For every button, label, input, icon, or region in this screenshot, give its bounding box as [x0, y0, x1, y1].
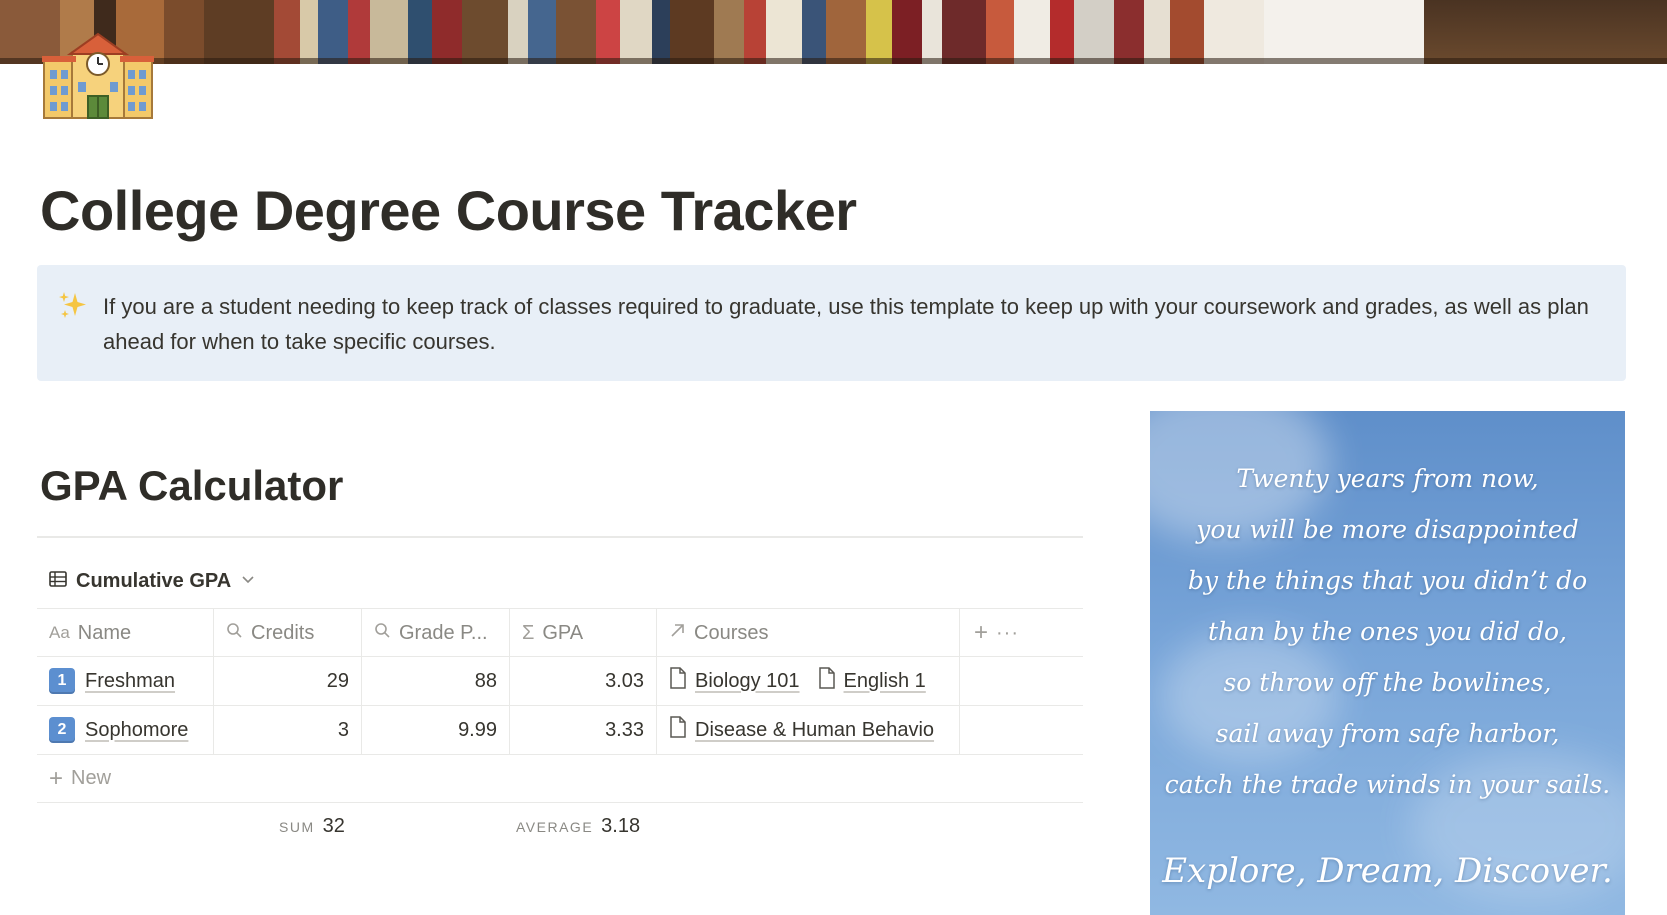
- school-building-icon[interactable]: [40, 30, 156, 124]
- column-header-courses[interactable]: Courses: [657, 609, 960, 657]
- quote-tagline: Explore, Dream, Discover.: [1162, 851, 1613, 891]
- average-value: 3.18: [601, 815, 641, 837]
- quote-text: Twenty years from now, you will be more …: [1150, 453, 1625, 810]
- row-name-cell[interactable]: 1 Freshman: [37, 657, 214, 705]
- table-header-row: Aa Name Credits Grade P... Σ GPA Courses…: [37, 608, 1083, 657]
- row-grade-points[interactable]: 88: [362, 657, 510, 705]
- table-view-icon: [48, 569, 68, 594]
- keycap-one-icon: 1: [49, 668, 75, 694]
- course-link[interactable]: Disease & Human Behavio: [669, 716, 934, 744]
- row-courses[interactable]: Biology 101 English 1: [657, 657, 960, 705]
- heading-divider: [37, 536, 1083, 538]
- sparkles-icon[interactable]: [57, 289, 89, 321]
- quote-image[interactable]: Twenty years from now, you will be more …: [1150, 411, 1625, 915]
- row-credits[interactable]: 3: [214, 706, 362, 754]
- row-credits[interactable]: 29: [214, 657, 362, 705]
- quote-line: you will be more disappointed: [1196, 515, 1579, 544]
- new-row-button[interactable]: + New: [37, 755, 1083, 803]
- search-icon: [374, 622, 391, 645]
- sum-label: SUM: [279, 819, 315, 835]
- page-title[interactable]: College Degree Course Tracker: [40, 178, 857, 243]
- average-label: AVERAGE: [516, 819, 594, 835]
- quote-line: sail away from safe harbor,: [1215, 719, 1560, 748]
- row-grade-points[interactable]: 9.99: [362, 706, 510, 754]
- calculation-row: SUM 32 AVERAGE 3.18: [37, 803, 1083, 851]
- row-gpa[interactable]: 3.33: [510, 706, 657, 754]
- new-row-label: New: [71, 767, 112, 789]
- view-tab-cumulative-gpa[interactable]: Cumulative GPA: [48, 566, 257, 596]
- callout-block[interactable]: If you are a student needing to keep tra…: [37, 265, 1626, 381]
- column-header-grade-points[interactable]: Grade P...: [362, 609, 510, 657]
- column-header-gpa[interactable]: Σ GPA: [510, 609, 657, 657]
- page-icon: [669, 667, 687, 695]
- gpa-table: Aa Name Credits Grade P... Σ GPA Courses…: [37, 608, 1083, 851]
- quote-line: than by the ones you did do,: [1208, 617, 1567, 646]
- row-name[interactable]: Sophomore: [85, 719, 188, 742]
- bookshelf-graphic: [0, 0, 1667, 64]
- shelf-edge: [0, 58, 1667, 64]
- gpa-average[interactable]: AVERAGE 3.18: [516, 815, 640, 838]
- text-property-icon: Aa: [49, 623, 70, 642]
- quote-line: Twenty years from now,: [1236, 464, 1539, 493]
- callout-text: If you are a student needing to keep tra…: [103, 294, 1589, 354]
- credits-sum[interactable]: SUM 32: [279, 815, 345, 838]
- course-link[interactable]: Biology 101: [669, 667, 800, 695]
- keycap-two-icon: 2: [49, 717, 75, 743]
- relation-arrow-icon: [669, 622, 686, 645]
- plus-icon: +: [49, 764, 64, 792]
- page-icon: [818, 667, 836, 695]
- column-header-name[interactable]: Aa Name: [37, 609, 214, 657]
- sum-value: 32: [322, 815, 345, 837]
- row-name[interactable]: Freshman: [85, 670, 175, 693]
- add-property-icon[interactable]: +: [974, 619, 988, 647]
- formula-icon: Σ: [522, 621, 535, 644]
- row-courses[interactable]: Disease & Human Behavio: [657, 706, 960, 754]
- more-options-icon[interactable]: ···: [996, 622, 1019, 645]
- page-icon: [669, 716, 687, 744]
- cover-image: [0, 0, 1667, 64]
- chevron-down-icon[interactable]: [239, 570, 257, 593]
- table-row[interactable]: 1 Freshman 29 88 3.03 Biology 101 Englis…: [37, 657, 1083, 706]
- table-row[interactable]: 2 Sophomore 3 9.99 3.33 Disease & Human …: [37, 706, 1083, 755]
- gpa-calculator-heading: GPA Calculator: [40, 462, 344, 509]
- view-tab-label: Cumulative GPA: [76, 569, 232, 592]
- search-icon: [226, 622, 243, 645]
- row-gpa[interactable]: 3.03: [510, 657, 657, 705]
- course-link[interactable]: English 1: [818, 667, 926, 695]
- row-name-cell[interactable]: 2 Sophomore: [37, 706, 214, 754]
- column-header-credits[interactable]: Credits: [214, 609, 362, 657]
- quote-line: by the things that you didn’t do: [1187, 566, 1588, 595]
- column-actions: + ···: [960, 609, 1083, 657]
- quote-line: so throw off the bowlines,: [1223, 668, 1552, 697]
- quote-line: catch the trade winds in your sails.: [1164, 770, 1611, 799]
